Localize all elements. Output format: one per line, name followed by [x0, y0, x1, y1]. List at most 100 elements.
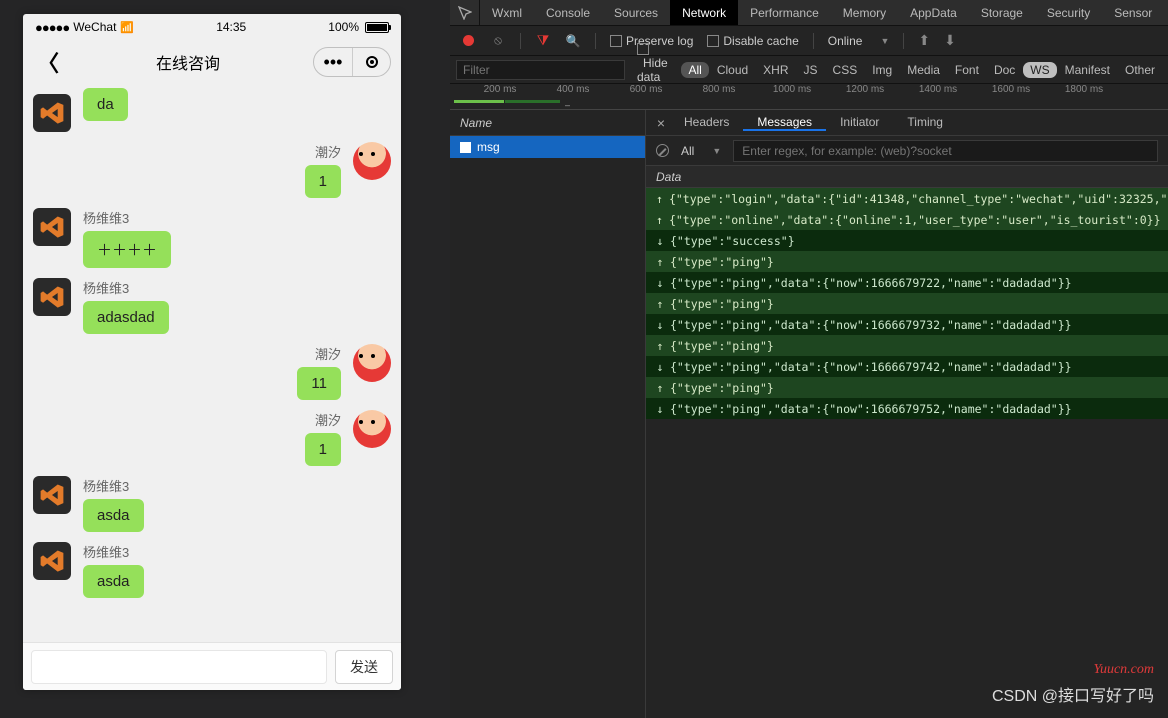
close-detail-icon[interactable]: × [652, 115, 670, 131]
send-button[interactable]: 发送 [335, 650, 393, 684]
csdn-attribution: CSDN @接口写好了吗 [992, 682, 1154, 706]
ws-frame[interactable]: ↓{"type":"success"} [646, 230, 1168, 251]
tab-wxml[interactable]: Wxml [480, 0, 534, 25]
tab-memory[interactable]: Memory [831, 0, 898, 25]
ws-frame[interactable]: ↓ {"type":"ping","data":{"now":1666679722… [646, 272, 1168, 293]
message-input[interactable] [31, 650, 327, 684]
detail-tab-initiator[interactable]: Initiator [826, 115, 893, 129]
ws-frame-data: {"type":"ping","data":{"now":1666679722,… [670, 276, 1072, 290]
filter-pill-font[interactable]: Font [948, 62, 986, 78]
filter-pill-js[interactable]: JS [797, 62, 825, 78]
avatar[interactable] [33, 208, 71, 246]
search-icon[interactable]: 🔍 [565, 33, 581, 49]
timeline-tick: 1400 ms [919, 84, 957, 95]
messages-regex-input[interactable] [733, 140, 1158, 162]
avatar[interactable] [33, 94, 71, 132]
sender-name: 杨维维3 [83, 278, 169, 297]
sender-name: 潮汐 [315, 142, 341, 161]
filter-bar: Hide data URLs AllCloudXHRJSCSSImgMediaF… [450, 56, 1168, 84]
message-bubble: da [83, 88, 128, 121]
chat-message-list[interactable]: da潮汐1杨维维3＋＋＋＋杨维维3adasdad潮汐11潮汐1杨维维3asda杨… [23, 84, 401, 642]
ws-frame[interactable]: ↑{"type":"login","data":{"id":41348,"cha… [646, 188, 1168, 209]
chat-message: da [33, 94, 391, 132]
battery-percent: 100% [328, 20, 359, 34]
filter-pill-cloud[interactable]: Cloud [710, 62, 755, 78]
filter-pill-ws[interactable]: WS [1023, 62, 1056, 78]
upload-har-icon[interactable]: ⬆ [918, 32, 930, 49]
tab-console[interactable]: Console [534, 0, 602, 25]
tab-security[interactable]: Security [1035, 0, 1102, 25]
filter-pill-other[interactable]: Other [1118, 62, 1162, 78]
filter-pill-all[interactable]: All [681, 62, 708, 78]
inspect-element-icon[interactable] [450, 0, 480, 25]
ws-frame-data: {"type":"ping","data":{"now":1666679732,… [670, 318, 1072, 332]
tab-appdata[interactable]: AppData [898, 0, 969, 25]
battery-icon [365, 22, 389, 33]
tab-performance[interactable]: Performance [738, 0, 831, 25]
column-header-name[interactable]: Name [450, 110, 645, 136]
ws-frame[interactable]: ↓ {"type":"ping","data":{"now":1666679732… [646, 314, 1168, 335]
request-detail-pane: × HeadersMessagesInitiatorTiming All ▼ D… [646, 110, 1168, 718]
websocket-frames[interactable]: ↑{"type":"login","data":{"id":41348,"cha… [646, 188, 1168, 718]
message-bubble: 11 [297, 367, 341, 400]
filter-toggle-icon[interactable]: ⧩ [535, 33, 551, 49]
avatar[interactable] [353, 142, 391, 180]
ws-frame[interactable]: ↑{"type":"ping"} [646, 377, 1168, 398]
detail-tab-messages[interactable]: Messages [743, 115, 826, 131]
avatar[interactable] [33, 542, 71, 580]
avatar[interactable] [33, 476, 71, 514]
tab-network[interactable]: Network [670, 0, 738, 25]
timeline-tick: 1200 ms [846, 84, 884, 95]
detail-tab-timing[interactable]: Timing [893, 115, 957, 129]
chat-message: 杨维维3＋＋＋＋ [33, 208, 391, 268]
wechat-simulator: ●●●●● WeChat 📶 14:35 100% 〈 在线咨询 ••• da潮… [23, 14, 401, 690]
ws-frame[interactable]: ↑{"type":"ping"} [646, 335, 1168, 356]
timeline-tick: 400 ms [557, 84, 590, 95]
filter-pill-doc[interactable]: Doc [987, 62, 1022, 78]
avatar[interactable] [353, 410, 391, 448]
throttling-select[interactable]: Online ▼ [828, 34, 890, 48]
download-har-icon[interactable]: ⬇ [944, 32, 956, 49]
filter-pill-xhr[interactable]: XHR [756, 62, 795, 78]
ws-frame[interactable]: ↓{"type":"ping","data":{"now":1666679752… [646, 398, 1168, 419]
filter-pill-media[interactable]: Media [900, 62, 947, 78]
chat-message: 杨维维3asda [33, 476, 391, 532]
tab-sensor[interactable]: Sensor [1102, 0, 1164, 25]
arrow-up-icon: ↑ [656, 339, 664, 353]
clear-messages-icon[interactable] [656, 144, 669, 157]
arrow-up-icon: ↑ [656, 213, 663, 227]
back-icon[interactable]: 〈 [33, 42, 63, 82]
filter-pill-img[interactable]: Img [865, 62, 899, 78]
message-bubble: adasdad [83, 301, 169, 334]
messages-direction-select[interactable]: All ▼ [681, 144, 721, 158]
avatar[interactable] [33, 278, 71, 316]
disable-cache-checkbox[interactable]: Disable cache [707, 34, 798, 48]
chat-message: 杨维维3 adasdad [33, 278, 391, 334]
sender-name: 杨维维3 [83, 476, 144, 495]
sender-name: 杨维维3 [83, 208, 171, 227]
timeline-tick: 600 ms [630, 84, 663, 95]
tab-sources[interactable]: Sources [602, 0, 670, 25]
ws-frame[interactable]: ↑{"type":"online","data":{"online":1,"us… [646, 209, 1168, 230]
ws-frame[interactable]: ↓{"type":"ping","data":{"now":1666679742… [646, 356, 1168, 377]
capsule-menu-icon[interactable]: ••• [314, 47, 352, 77]
arrow-down-icon: ↓ [656, 276, 664, 290]
timeline[interactable]: – 200 ms400 ms600 ms800 ms1000 ms1200 ms… [450, 84, 1168, 110]
detail-tab-headers[interactable]: Headers [670, 115, 743, 129]
ws-frame-data: {"type":"success"} [670, 234, 795, 248]
timeline-tick: 800 ms [703, 84, 736, 95]
tab-storage[interactable]: Storage [969, 0, 1035, 25]
record-icon[interactable] [460, 33, 476, 49]
arrow-down-icon: ↓ [656, 318, 664, 332]
filter-input[interactable] [456, 60, 625, 80]
ws-frame[interactable]: ↑{"type":"ping"} [646, 293, 1168, 314]
capsule-close-icon[interactable] [352, 47, 390, 77]
ws-frame[interactable]: ↑{"type":"ping"} [646, 251, 1168, 272]
ws-frame-data: {"type":"ping"} [670, 255, 774, 269]
avatar[interactable] [353, 344, 391, 382]
request-row-msg[interactable]: msg [450, 136, 645, 158]
filter-pill-manifest[interactable]: Manifest [1058, 62, 1117, 78]
column-header-data[interactable]: Data [646, 166, 1168, 188]
clear-icon[interactable]: ⦸ [490, 33, 506, 49]
filter-pill-css[interactable]: CSS [826, 62, 865, 78]
